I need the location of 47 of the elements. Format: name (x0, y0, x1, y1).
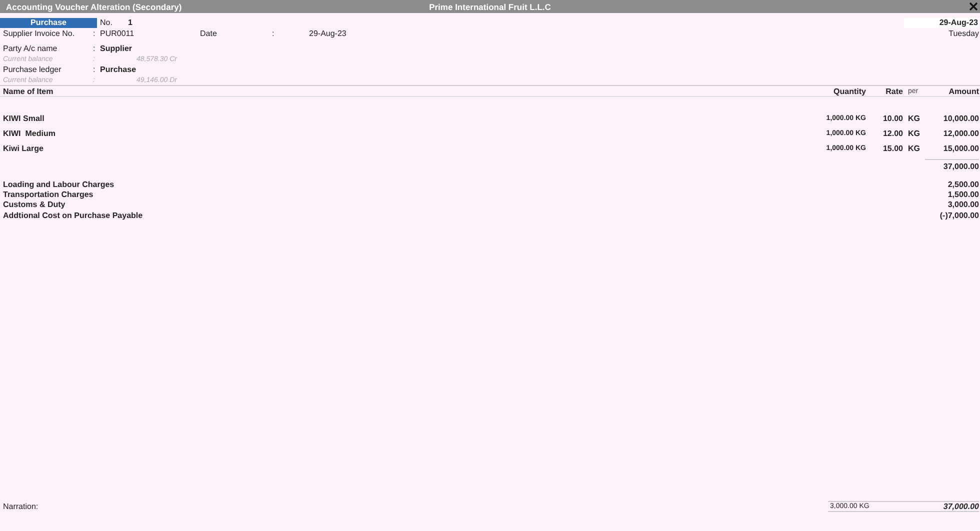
charge-name: Transportation Charges (3, 190, 94, 199)
column-header: Name of Item (3, 86, 54, 96)
voucher-type-label: Purchase (0, 18, 97, 28)
invoice-date: 29-Aug-23 (309, 28, 346, 38)
table-cell-text: 15.00 (882, 144, 903, 153)
colon-separator: : (93, 28, 96, 38)
table-cell-text: KG (907, 114, 921, 123)
colon-separator: : (93, 65, 96, 74)
table-cell-text: 15,000.00 (942, 144, 979, 153)
table-cell-text: 12.00 (882, 129, 903, 138)
colon-separator: : (272, 28, 276, 38)
charge-name: Addtional Cost on Purchase Payable (3, 210, 143, 220)
charge-amount: 3,000.00 (948, 200, 979, 210)
column-header: Rate (884, 86, 903, 96)
field-label: Purchase ledger (3, 65, 62, 74)
voucher-date-field[interactable]: 29-Aug-23 (904, 18, 979, 28)
window-title: Accounting Voucher Alteration (Secondary) (5, 2, 182, 12)
item-name: KIWI Small (3, 114, 46, 123)
charge-amount: (-)7,000.00 (940, 210, 979, 220)
ledger-name: Purchase (100, 65, 136, 74)
charge-name: Customs & Duty (3, 200, 66, 210)
field-label: Party A/c name (3, 44, 58, 53)
item-name: Kiwi Large (3, 144, 44, 153)
number-label: No. (100, 18, 114, 27)
weekday-label: Tuesday (948, 28, 979, 38)
ledger-name: Supplier (100, 44, 132, 53)
charge-amount: 1,500.00 (948, 190, 979, 199)
table-cell-text: 12,000.00 (942, 129, 979, 138)
charge-amount: 2,500.00 (948, 180, 979, 189)
table-cell-text: 10,000.00 (942, 114, 979, 123)
total-amount: 37,000.00 (943, 502, 979, 511)
field-label: Date (200, 28, 218, 38)
narration-label: Narration: (3, 502, 38, 511)
close-icon[interactable] (969, 2, 978, 11)
item-name: KIWI Medium (3, 129, 56, 138)
charge-name: Loading and Labour Charges (3, 180, 114, 189)
column-header: Amount (948, 86, 979, 96)
subtotal-amount: 37,000.00 (925, 159, 979, 171)
table-cell-text: KG (907, 144, 921, 153)
company-name: Prime International Fruit L.L.C (429, 2, 551, 12)
field-label: Supplier Invoice No. (3, 28, 76, 38)
table-cell-text: 10.00 (882, 114, 903, 123)
invoice-number: PUR0011 (100, 28, 136, 38)
table-cell-text: KG (907, 129, 921, 138)
voucher-number: 1 (128, 18, 132, 27)
column-header: Quantity (832, 86, 866, 96)
colon-separator: : (93, 44, 96, 53)
